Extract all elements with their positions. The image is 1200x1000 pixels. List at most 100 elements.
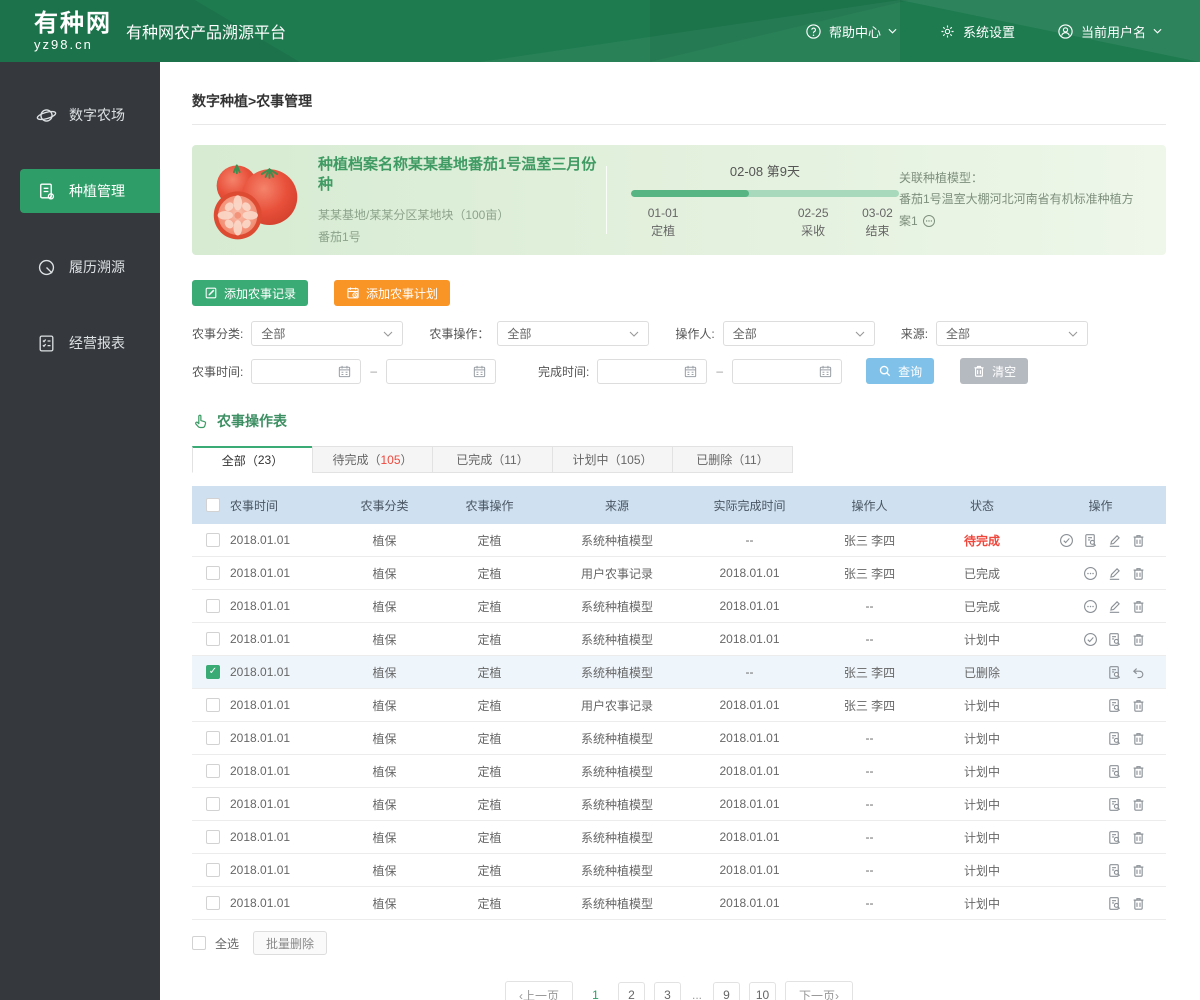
- delete-icon[interactable]: [1131, 566, 1146, 581]
- cell-source: 系统种植模型: [580, 632, 653, 647]
- chevron-down-icon: [629, 331, 639, 337]
- file-view-icon[interactable]: [1107, 863, 1122, 878]
- sidebar-item-business-report[interactable]: 经营报表: [0, 321, 160, 365]
- row-checkbox[interactable]: [206, 863, 220, 877]
- edit-icon[interactable]: [1107, 566, 1122, 581]
- delete-icon[interactable]: [1131, 830, 1146, 845]
- delete-icon[interactable]: [1131, 632, 1146, 647]
- tab-待完成[interactable]: 待完成（105）: [312, 446, 433, 473]
- select-value: 全部: [507, 327, 532, 341]
- add-plan-button[interactable]: 添加农事计划: [334, 280, 451, 306]
- row-checkbox[interactable]: [206, 566, 220, 580]
- filter-select-operator[interactable]: 全部: [722, 321, 875, 346]
- tab-计划中[interactable]: 计划中（105）: [552, 446, 673, 473]
- tab-count: 11: [744, 452, 757, 467]
- header-menu-help[interactable]: 帮助中心: [805, 22, 897, 41]
- timeline-progress: [630, 189, 749, 197]
- delete-icon[interactable]: [1131, 863, 1146, 878]
- file-view-icon[interactable]: [1107, 797, 1122, 812]
- row-checkbox[interactable]: [206, 599, 220, 613]
- filter-select-operation[interactable]: 全部: [497, 321, 650, 346]
- sidebar-item-digital-farm[interactable]: 数字农场: [0, 93, 160, 137]
- row-checkbox[interactable]: [206, 665, 220, 679]
- next-page-button[interactable]: 下一页›: [785, 981, 853, 1000]
- ellipsis-circle-icon[interactable]: [1083, 599, 1098, 614]
- tab-全部[interactable]: 全部（23）: [192, 446, 313, 473]
- query-button[interactable]: 查询: [866, 358, 935, 384]
- table-row: 2018.01.01 植保 定植 系统种植模型 2018.01.01 -- 计划…: [192, 722, 1166, 755]
- row-checkbox[interactable]: [206, 830, 220, 844]
- finish-time-end-input[interactable]: [732, 358, 843, 384]
- edit-icon[interactable]: [1107, 533, 1122, 548]
- batch-delete-button[interactable]: 批量删除: [253, 931, 328, 955]
- header-menu-user[interactable]: 当前用户名: [1057, 22, 1162, 41]
- logo-subtitle: yz98.cn: [34, 36, 93, 52]
- filter-select-category[interactable]: 全部: [251, 321, 404, 346]
- file-view-icon[interactable]: [1107, 764, 1122, 779]
- delete-icon[interactable]: [1131, 533, 1146, 548]
- ellipsis-circle-icon[interactable]: [1083, 566, 1098, 581]
- tab-已完成[interactable]: 已完成（11）: [432, 446, 553, 473]
- page-number-3[interactable]: 3: [653, 981, 681, 1000]
- file-view-icon[interactable]: [1107, 896, 1122, 911]
- check-circle-icon[interactable]: [1059, 533, 1074, 548]
- row-checkbox[interactable]: [206, 698, 220, 712]
- sidebar-item-trace-history[interactable]: 履历溯源: [0, 245, 160, 289]
- sidebar-item-planting-management[interactable]: 种植管理: [20, 169, 160, 213]
- file-view-icon[interactable]: [1107, 698, 1122, 713]
- add-record-icon: [204, 286, 218, 300]
- range-separator: –: [716, 364, 724, 378]
- row-checkbox[interactable]: [206, 764, 220, 778]
- more-icon[interactable]: [922, 214, 936, 228]
- page-number-10[interactable]: 10: [749, 981, 776, 1000]
- file-view-icon[interactable]: [1083, 533, 1098, 548]
- work-time-start-input[interactable]: [251, 358, 362, 384]
- prev-page-button[interactable]: ‹上一页: [504, 981, 573, 1000]
- check-circle-icon[interactable]: [1083, 632, 1098, 647]
- page-ellipsis: ...: [691, 988, 702, 1000]
- row-checkbox[interactable]: [206, 533, 220, 547]
- delete-icon[interactable]: [1131, 731, 1146, 746]
- cell-status: 计划中: [963, 797, 1000, 812]
- cell-date: 2018.01.01: [230, 566, 291, 580]
- page-number-9[interactable]: 9: [713, 981, 740, 1000]
- cell-operator: --: [865, 764, 874, 778]
- file-view-icon[interactable]: [1107, 632, 1122, 647]
- work-time-end-input[interactable]: [386, 358, 497, 384]
- breadcrumb: 数字种植>农事管理: [192, 62, 1166, 125]
- tab-已删除[interactable]: 已删除（11）: [672, 446, 793, 473]
- delete-icon[interactable]: [1131, 896, 1146, 911]
- file-view-icon[interactable]: [1107, 830, 1122, 845]
- header-menu-settings[interactable]: 系统设置: [939, 22, 1015, 41]
- row-checkbox[interactable]: [206, 797, 220, 811]
- user-icon: [1057, 23, 1074, 40]
- cell-date: 2018.01.01: [230, 665, 291, 679]
- table-row: 2018.01.01 植保 定植 系统种植模型 2018.01.01 -- 已完…: [192, 590, 1166, 623]
- page-number-2[interactable]: 2: [617, 981, 645, 1000]
- finish-time-start-input[interactable]: [597, 358, 708, 384]
- cell-category: 植保: [372, 731, 397, 746]
- select-all-checkbox[interactable]: [192, 936, 206, 950]
- cell-actions: [1037, 632, 1164, 647]
- row-checkbox[interactable]: [206, 731, 220, 745]
- cell-status: 计划中: [963, 830, 1000, 845]
- milestone-date: 01-01: [647, 205, 679, 220]
- clear-button[interactable]: 清空: [960, 358, 1029, 384]
- add-record-button[interactable]: 添加农事记录: [192, 280, 309, 306]
- delete-icon[interactable]: [1131, 599, 1146, 614]
- header-checkbox[interactable]: [206, 498, 220, 512]
- page-number-1[interactable]: 1: [582, 982, 609, 1000]
- delete-icon[interactable]: [1131, 797, 1146, 812]
- edit-icon[interactable]: [1107, 599, 1122, 614]
- delete-icon[interactable]: [1131, 764, 1146, 779]
- cell-category: 植保: [372, 698, 397, 713]
- file-view-icon[interactable]: [1107, 665, 1122, 680]
- file-view-icon[interactable]: [1107, 731, 1122, 746]
- undo-icon[interactable]: [1131, 665, 1146, 680]
- milestone-label: 定植: [651, 224, 676, 239]
- milestone-label: 结束: [865, 224, 890, 239]
- row-checkbox[interactable]: [206, 632, 220, 646]
- filter-select-source[interactable]: 全部: [936, 321, 1089, 346]
- delete-icon[interactable]: [1131, 698, 1146, 713]
- row-checkbox[interactable]: [206, 896, 220, 910]
